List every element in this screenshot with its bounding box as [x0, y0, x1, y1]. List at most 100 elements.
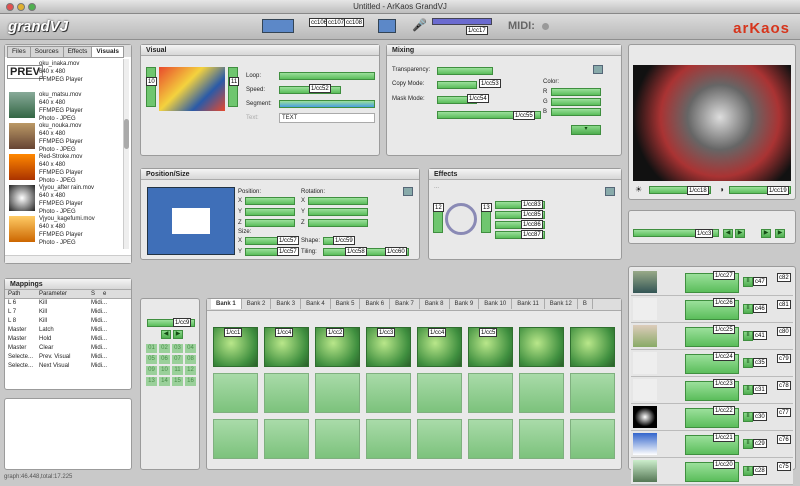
layout-toggle-button[interactable]	[262, 19, 294, 33]
list-item[interactable]: oku_nouka.mov 640 x 480 FFMPEG Player Photo…	[5, 121, 123, 153]
bank-tab[interactable]: Bank 11	[512, 299, 545, 309]
visual-cell[interactable]	[519, 419, 564, 459]
layer-row[interactable]: 1/cc26 II c46 c81	[631, 296, 793, 323]
bank-number-button[interactable]: 12	[185, 366, 196, 375]
bank-number-button[interactable]: 01	[146, 344, 157, 353]
rot-y-slider[interactable]	[308, 208, 368, 216]
tab-sources[interactable]: Sources	[29, 46, 64, 58]
bank-number-button[interactable]: 14	[159, 377, 170, 386]
layer-row[interactable]: 1/cc25 II c41 c80	[631, 323, 793, 350]
bank-number-button[interactable]: 10	[159, 366, 170, 375]
color-b-slider[interactable]	[551, 108, 601, 116]
visual-cell[interactable]: 1/cc2	[315, 327, 360, 367]
layer-row[interactable]: 1/cc22 II c30 c77	[631, 404, 793, 431]
microphone-icon[interactable]: 🎤	[412, 18, 427, 32]
output-button[interactable]	[378, 19, 396, 33]
bank-number-button[interactable]: 06	[159, 355, 170, 364]
bank-tab[interactable]: B	[578, 299, 593, 309]
layer-pause-button[interactable]: II	[743, 412, 753, 422]
visual-cell[interactable]	[519, 373, 564, 413]
bank-prev-button[interactable]: ◀	[161, 330, 171, 339]
effect-settings-icon[interactable]	[605, 187, 615, 196]
visual-cell[interactable]	[570, 373, 615, 413]
layer-pause-button[interactable]: II	[743, 439, 753, 449]
tab-visuals[interactable]: Visuals	[91, 46, 125, 58]
visual-cell[interactable]	[519, 327, 564, 367]
bank-number-button[interactable]: 03	[172, 344, 183, 353]
visual-cell[interactable]	[366, 373, 411, 413]
table-row[interactable]: Master Latch Midi...	[5, 326, 131, 335]
visual-cell[interactable]	[570, 327, 615, 367]
visual-cell[interactable]	[264, 419, 309, 459]
bank-number-button[interactable]: 04	[185, 344, 196, 353]
browser-hscrollbar[interactable]	[5, 255, 131, 263]
transparency-slider[interactable]	[437, 67, 493, 75]
table-row[interactable]: Master Hold Midi...	[5, 335, 131, 344]
bank-tab[interactable]: Bank 12	[545, 299, 578, 309]
bank-tab[interactable]: Bank 4	[301, 299, 331, 309]
bank-tab[interactable]: Bank 9	[450, 299, 480, 309]
reset-icon[interactable]	[403, 187, 413, 196]
pos-z-slider[interactable]	[245, 219, 295, 227]
bank-number-button[interactable]: 07	[172, 355, 183, 364]
layer-row[interactable]: 1/cc20 II c28 c75	[631, 458, 793, 485]
visual-cell[interactable]	[417, 419, 462, 459]
next-button[interactable]: ▶	[735, 229, 745, 238]
list-item[interactable]: Vjyou_after rain.mov 640 x 480 FFMPEG Play…	[5, 183, 123, 215]
bank-number-button[interactable]: 13	[146, 377, 157, 386]
visual-cell[interactable]	[468, 419, 513, 459]
layer-pause-button[interactable]: II	[743, 331, 753, 341]
visual-cell[interactable]	[417, 373, 462, 413]
pos-y-slider[interactable]	[245, 208, 295, 216]
pos-x-slider[interactable]	[245, 197, 295, 205]
text-input[interactable]: TEXT	[279, 113, 375, 123]
color-g-slider[interactable]	[551, 98, 601, 106]
bank-number-button[interactable]: 02	[159, 344, 170, 353]
bank-tab[interactable]: Bank 5	[331, 299, 361, 309]
list-item[interactable]: PREV oku_inaka.mov 640 x 480 FFMPEG Player	[5, 59, 123, 90]
bank-tab[interactable]: Bank 7	[390, 299, 420, 309]
rot-x-slider[interactable]	[308, 197, 368, 205]
table-row[interactable]: Selecte... Next Visual Midi...	[5, 362, 131, 371]
prev-visual-button[interactable]	[146, 67, 156, 107]
bank-tab[interactable]: Bank 1	[211, 299, 242, 309]
tab-files[interactable]: Files	[7, 46, 31, 58]
minimize-window-button[interactable]	[17, 3, 25, 11]
table-row[interactable]: Master Clear Midi...	[5, 344, 131, 353]
bank-number-button[interactable]: 09	[146, 366, 157, 375]
visual-cell[interactable]	[264, 373, 309, 413]
browser-scrollbar[interactable]	[123, 59, 129, 249]
layer-pause-button[interactable]: II	[743, 466, 753, 476]
layer-row[interactable]: 1/cc24 II c35 c79	[631, 350, 793, 377]
bank-number-button[interactable]: 11	[172, 366, 183, 375]
close-window-button[interactable]	[6, 3, 14, 11]
list-item[interactable]: Vjyou_kagefumi.mov 640 x 480 FFMPEG Player…	[5, 214, 123, 246]
copy-mode-select[interactable]	[437, 81, 477, 89]
layer-pause-button[interactable]: II	[743, 277, 753, 287]
visual-cell[interactable]	[570, 419, 615, 459]
visual-cell[interactable]	[315, 373, 360, 413]
list-item[interactable]: Red-Stroke.mov 640 x 480 FFMPEG Player Phot…	[5, 152, 123, 184]
col-e[interactable]: e	[103, 290, 113, 298]
position-canvas[interactable]	[147, 187, 235, 255]
layer-row[interactable]: 1/cc27 II c47 c82	[631, 269, 793, 296]
visual-cell[interactable]	[366, 419, 411, 459]
visual-cell[interactable]: 1/cc3	[366, 327, 411, 367]
rot-z-slider[interactable]	[308, 219, 368, 227]
expand-button[interactable]: ▾	[571, 125, 601, 135]
bank-next-button[interactable]: ▶	[173, 330, 183, 339]
table-row[interactable]: L 8 Kill Midi...	[5, 317, 131, 326]
bank-number-button[interactable]: 15	[172, 377, 183, 386]
visual-cell[interactable]: 1/cc5	[468, 327, 513, 367]
segment-slider[interactable]	[279, 100, 375, 108]
loop-transport-controls[interactable]	[279, 72, 375, 80]
visual-cell[interactable]: 1/cc4	[417, 327, 462, 367]
table-row[interactable]: L 6 Kill Midi...	[5, 299, 131, 308]
layer-row[interactable]: 1/cc21 II c29 c76	[631, 431, 793, 458]
visual-cell[interactable]	[213, 373, 258, 413]
layer-pause-button[interactable]: II	[743, 358, 753, 368]
visual-cell[interactable]	[315, 419, 360, 459]
bank-number-button[interactable]: 08	[185, 355, 196, 364]
table-row[interactable]: L 7 Kill Midi...	[5, 308, 131, 317]
visual-cell[interactable]: 1/cc4	[264, 327, 309, 367]
